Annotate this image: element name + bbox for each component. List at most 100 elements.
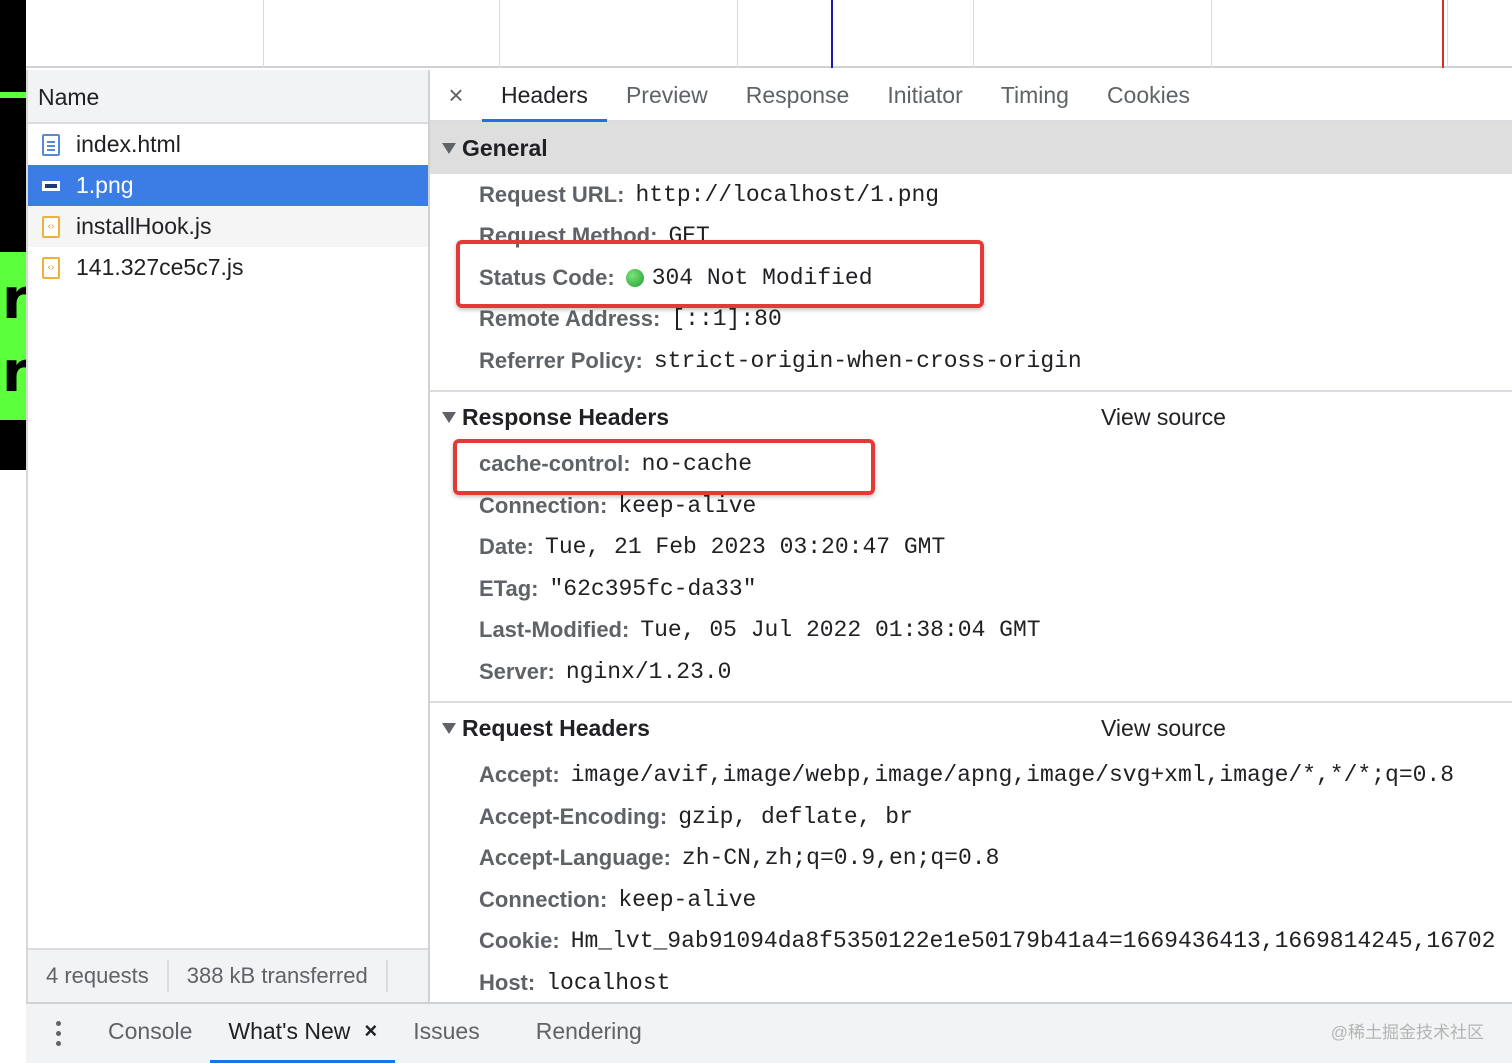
header-key: Date: <box>479 534 535 560</box>
request-row-index-html[interactable]: index.html <box>28 124 428 165</box>
request-header-row: Accept: image/avif,image/webp,image/apng… <box>430 755 1512 797</box>
request-row-installhook-js[interactable]: ‹› installHook.js <box>28 206 428 247</box>
request-name: installHook.js <box>76 213 212 239</box>
tab-cookies[interactable]: Cookies <box>1088 70 1209 120</box>
load-marker <box>1442 0 1444 68</box>
drawer-tab-console[interactable]: Console <box>90 1004 210 1063</box>
tab-headers[interactable]: Headers <box>482 70 607 122</box>
triangle-down-icon <box>442 142 456 154</box>
request-header-row: Accept-Language: zh-CN,zh;q=0.9,en;q=0.8 <box>430 838 1512 880</box>
tab-timing[interactable]: Timing <box>982 70 1088 120</box>
more-options-icon[interactable] <box>26 1004 90 1063</box>
header-value: [::1]:80 <box>671 306 782 333</box>
request-row-1-png[interactable]: 1.png <box>28 165 428 206</box>
header-value: no-cache <box>641 451 753 478</box>
dom-content-loaded-marker <box>831 0 833 68</box>
request-name: 141.327ce5c7.js <box>76 254 244 280</box>
header-key: Server: <box>479 658 555 684</box>
view-source-link[interactable]: View source <box>1101 715 1226 742</box>
document-icon <box>42 133 60 156</box>
drawer-tab-issues[interactable]: Issues <box>395 1004 497 1063</box>
tab-initiator[interactable]: Initiator <box>868 70 981 120</box>
header-key: Accept: <box>479 762 560 788</box>
close-icon[interactable]: × <box>430 70 482 120</box>
request-header-row: Cookie: Hm_lvt_9ab91094da8f5350122e1e501… <box>430 921 1512 963</box>
request-name: index.html <box>76 131 181 157</box>
response-header-row: Last-Modified: Tue, 05 Jul 2022 01:38:04… <box>430 610 1512 652</box>
response-header-row: cache-control: no-cache <box>430 444 1512 486</box>
header-key: Referrer Policy: <box>479 347 643 373</box>
request-header-row: Host: localhost <box>430 962 1512 1002</box>
header-row-referrer-policy: Referrer Policy: strict-origin-when-cros… <box>430 340 1512 382</box>
green-line <box>0 92 26 98</box>
header-value: zh-CN,zh;q=0.9,en;q=0.8 <box>681 845 1000 872</box>
section-title: General <box>462 134 548 161</box>
response-headers-section-header[interactable]: Response Headers View source <box>430 392 1512 444</box>
header-key: Status Code: <box>479 264 615 290</box>
drawer-tabbar: Console What's New × Issues Rendering @稀… <box>26 1002 1512 1063</box>
header-key: Request URL: <box>479 181 625 207</box>
request-row-141-js[interactable]: ‹› 141.327ce5c7.js <box>28 247 428 288</box>
header-value: strict-origin-when-cross-origin <box>653 347 1082 374</box>
request-detail-panel: × Headers Preview Response Initiator Tim… <box>430 70 1512 1002</box>
request-headers-section-header[interactable]: Request Headers View source <box>430 703 1512 755</box>
header-key: Request Method: <box>479 223 658 249</box>
header-row-request-url: Request URL: http://localhost/1.png <box>430 174 1512 216</box>
request-list: Name index.html 1.png ‹› installHook.js … <box>26 70 430 1002</box>
image-icon <box>42 180 60 191</box>
header-value: Tue, 05 Jul 2022 01:38:04 GMT <box>640 617 1041 644</box>
request-count: 4 requests <box>46 963 149 988</box>
drawer-tab-whats-new[interactable]: What's New × <box>210 1004 396 1063</box>
header-value: http://localhost/1.png <box>635 181 940 208</box>
response-header-row: Date: Tue, 21 Feb 2023 03:20:47 GMT <box>430 527 1512 569</box>
triangle-down-icon <box>442 412 456 423</box>
header-key: Host: <box>479 969 536 995</box>
header-value: 304 Not Modified <box>651 264 873 291</box>
header-value: "62c395fc-da33" <box>549 575 757 602</box>
script-icon: ‹› <box>42 256 60 279</box>
detail-tabs: × Headers Preview Response Initiator Tim… <box>430 70 1512 122</box>
drawer-tab-label: What's New <box>228 1018 351 1044</box>
header-row-status-code: Status Code: 304 Not Modified <box>430 257 1512 299</box>
response-header-row: Server: nginx/1.23.0 <box>430 651 1512 693</box>
header-value: Hm_lvt_9ab91094da8f5350122e1e50179b41a4=… <box>570 928 1496 955</box>
header-key: Accept-Language: <box>479 845 671 871</box>
timeline-overview[interactable] <box>26 0 1512 68</box>
request-header-row: Accept-Encoding: gzip, deflate, br <box>430 796 1512 838</box>
section-title: Request Headers <box>462 715 650 741</box>
header-value: Tue, 21 Feb 2023 03:20:47 GMT <box>545 534 946 561</box>
header-key: Remote Address: <box>479 306 661 332</box>
background-page-edge: r r <box>0 0 26 470</box>
header-value: nginx/1.23.0 <box>565 658 732 685</box>
general-section-header[interactable]: General <box>430 122 1512 174</box>
section-title: Response Headers <box>462 404 670 430</box>
header-key: Connection: <box>479 886 608 912</box>
request-header-row: Connection: keep-alive <box>430 879 1512 921</box>
drawer-tab-rendering[interactable]: Rendering <box>498 1004 660 1063</box>
request-name: 1.png <box>76 172 134 198</box>
background-glyph: r <box>2 267 26 332</box>
name-column-header[interactable]: Name <box>28 70 428 124</box>
tab-response[interactable]: Response <box>727 70 869 120</box>
header-key: Last-Modified: <box>479 617 630 643</box>
triangle-down-icon <box>442 723 456 734</box>
header-value: keep-alive <box>618 886 757 913</box>
header-value: keep-alive <box>618 492 757 519</box>
header-row-request-method: Request Method: GET <box>430 216 1512 258</box>
response-header-row: Connection: keep-alive <box>430 485 1512 527</box>
tab-preview[interactable]: Preview <box>607 70 727 120</box>
header-key: Connection: <box>479 492 608 518</box>
header-key: cache-control: <box>479 451 631 477</box>
header-value: GET <box>668 223 710 250</box>
header-row-remote-address: Remote Address: [::1]:80 <box>430 299 1512 341</box>
background-glyph: r <box>2 340 26 405</box>
script-icon: ‹› <box>42 215 60 238</box>
view-source-link[interactable]: View source <box>1101 404 1226 431</box>
network-summary-bar: 4 requests 388 kB transferred <box>28 948 428 1002</box>
watermark: @稀土掘金技术社区 <box>1330 1023 1484 1042</box>
close-icon[interactable]: × <box>364 1018 377 1044</box>
header-value: image/avif,image/webp,image/apng,image/s… <box>570 762 1455 789</box>
header-value: localhost <box>546 969 671 996</box>
response-header-row: ETag: "62c395fc-da33" <box>430 568 1512 610</box>
header-value: gzip, deflate, br <box>678 803 913 830</box>
